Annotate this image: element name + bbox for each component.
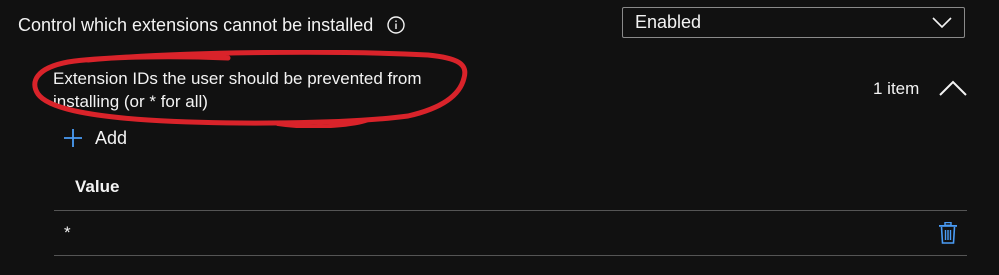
setting-label-row: Control which extensions cannot be insta… <box>18 13 405 37</box>
plus-icon <box>64 129 82 147</box>
column-header-value: Value <box>75 177 120 196</box>
add-label: Add <box>95 128 128 148</box>
item-count: 1 item <box>873 79 920 98</box>
trash-icon[interactable] <box>938 222 958 244</box>
enabled-dropdown[interactable]: Enabled <box>622 7 965 38</box>
chevron-up-icon[interactable] <box>938 80 968 97</box>
add-button[interactable]: Add <box>63 126 127 150</box>
table-header-divider <box>54 210 967 211</box>
info-icon[interactable] <box>387 16 405 34</box>
setting-label: Control which extensions cannot be insta… <box>18 15 374 35</box>
extension-ids-description: Extension IDs the user should be prevent… <box>53 69 422 111</box>
table-row-divider <box>54 255 967 256</box>
dropdown-value: Enabled <box>635 12 702 32</box>
chevron-down-icon <box>932 16 952 28</box>
table-row-value: * <box>64 223 71 242</box>
